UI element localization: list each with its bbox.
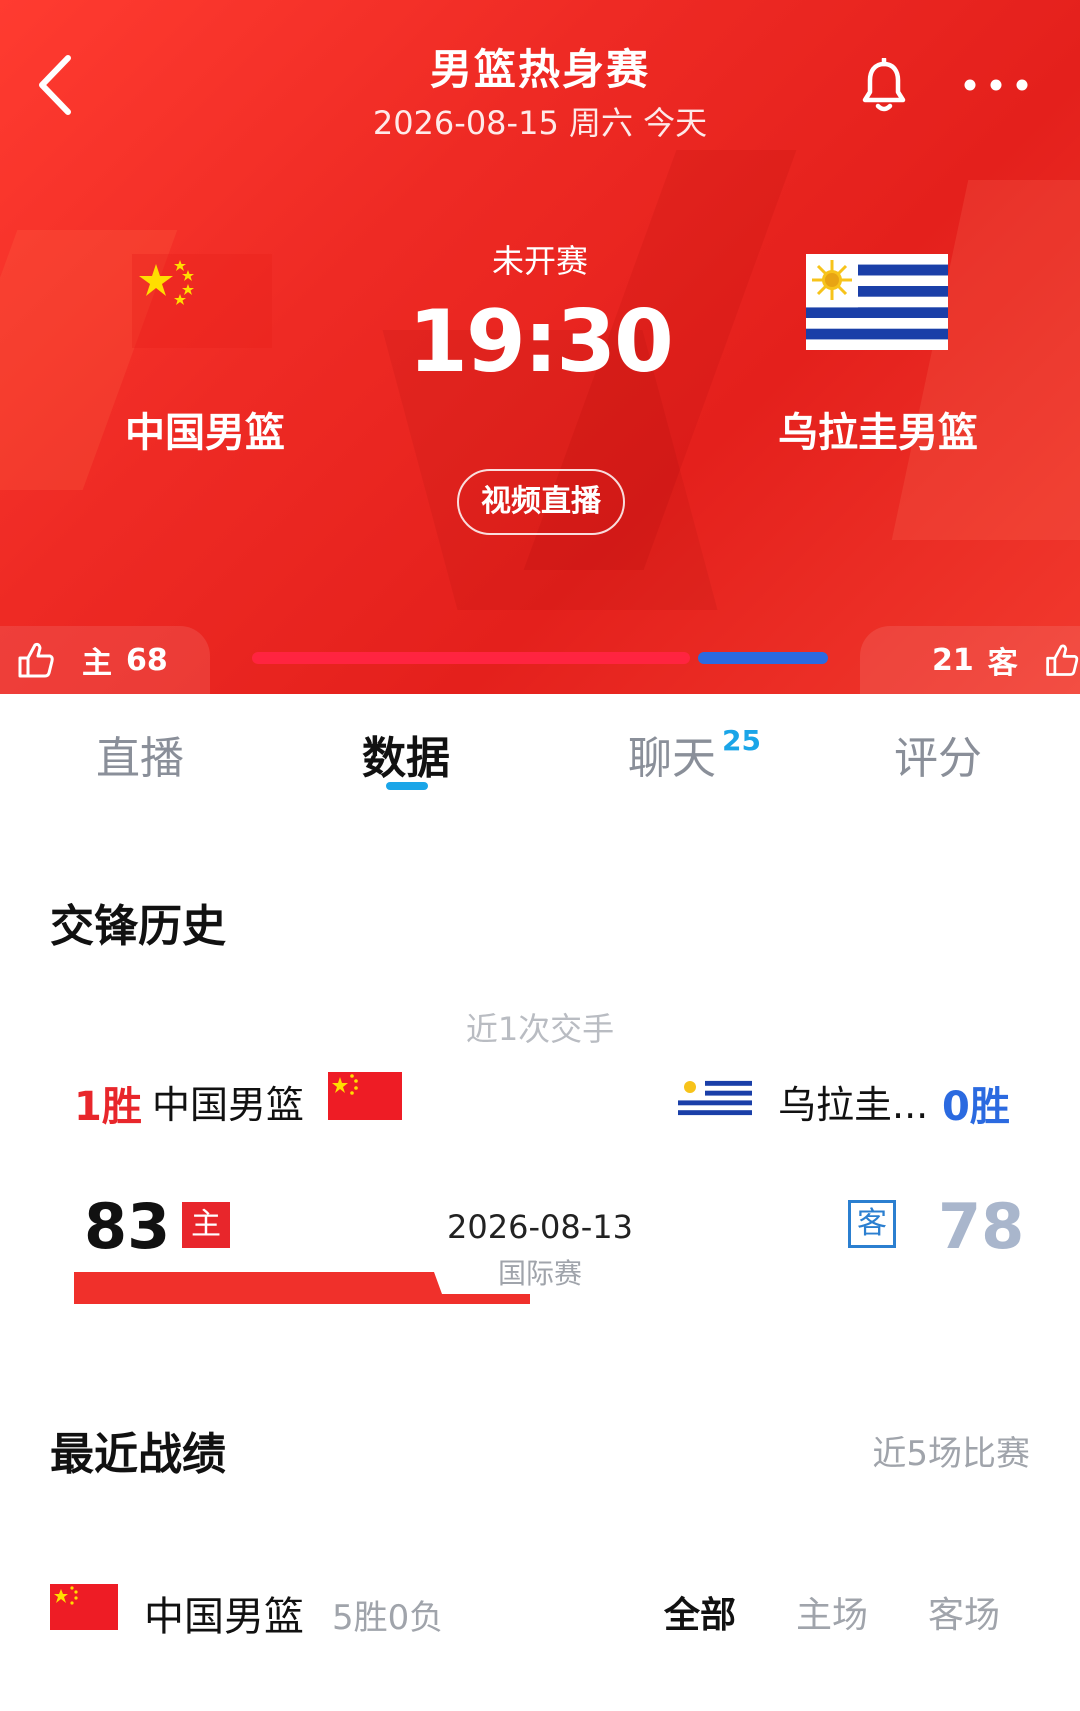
home-team-flag	[132, 254, 272, 348]
match-date-subtitle: 2026-08-15 周六 今天	[372, 104, 708, 142]
bell-icon	[862, 56, 906, 112]
home-vote-label: 主	[82, 646, 112, 681]
head-to-head-caption: 近1次交手	[465, 1010, 615, 1048]
home-team-name[interactable]: 中国男篮	[100, 400, 310, 458]
away-wins: 0胜	[942, 1084, 1010, 1130]
home-vote: 主 68	[0, 626, 210, 694]
home-badge: 主	[182, 1202, 230, 1248]
head-to-head-title: 交锋历史	[50, 901, 226, 952]
match-time: 19:30	[408, 292, 674, 392]
away-team-flag	[806, 254, 948, 350]
china-flag-icon	[132, 254, 272, 348]
notification-button[interactable]	[860, 56, 908, 114]
h2h-away-score: 78	[938, 1190, 1025, 1263]
tab-live[interactable]: 直播	[96, 722, 184, 786]
china-flag-icon	[328, 1072, 402, 1120]
uruguay-flag-icon	[806, 254, 948, 350]
away-vote-label: 客	[987, 646, 1018, 681]
thumbs-up-icon[interactable]	[1044, 640, 1080, 680]
recent-form-title: 最近战绩	[50, 1429, 226, 1480]
recent-team-flag	[50, 1584, 118, 1630]
away-vote-bar	[698, 652, 828, 664]
home-vote-bar	[252, 652, 690, 664]
away-vote: 21 客	[860, 626, 1080, 694]
h2h-away-flag	[678, 1076, 752, 1120]
page-title: 男篮热身赛	[429, 45, 650, 94]
chat-badge: 25	[722, 724, 761, 757]
home-wins: 1胜	[74, 1084, 142, 1130]
h2h-home-team: 中国男篮	[152, 1083, 305, 1127]
thumbs-up-icon[interactable]	[16, 640, 56, 680]
active-tab-indicator	[386, 782, 428, 790]
more-options-button[interactable]	[960, 70, 1032, 100]
filter-home[interactable]: 主场	[796, 1586, 868, 1638]
tab-data[interactable]: 数据	[362, 722, 450, 786]
filter-away[interactable]: 客场	[928, 1586, 1000, 1638]
h2h-score-bar	[74, 1272, 530, 1304]
away-team-name[interactable]: 乌拉圭男篮	[758, 400, 998, 458]
tab-chat[interactable]: 聊天	[628, 722, 716, 786]
home-vote-count: 68	[126, 642, 168, 678]
video-live-button[interactable]: 视频直播	[457, 469, 625, 535]
away-badge: 客	[848, 1200, 896, 1248]
header-decoration	[891, 180, 1080, 540]
h2h-home-score: 83	[84, 1190, 171, 1263]
recent-form-caption: 近5场比赛	[872, 1434, 1030, 1474]
h2h-home-flag	[328, 1072, 402, 1120]
more-dots-icon	[964, 79, 1028, 91]
recent-team-name: 中国男篮	[144, 1594, 304, 1640]
away-vote-count: 21	[932, 642, 974, 678]
h2h-away-team: 乌拉圭...	[778, 1083, 929, 1127]
h2h-match-date[interactable]: 2026-08-13	[420, 1208, 660, 1246]
filter-all[interactable]: 全部	[664, 1586, 736, 1638]
recent-team-record: 5胜0负	[332, 1598, 444, 1638]
match-status: 未开赛	[491, 242, 588, 280]
china-flag-icon	[50, 1584, 118, 1630]
match-header: 男篮热身赛 2026-08-15 周六 今天 中国男篮 乌拉圭男篮 未开赛 19…	[0, 0, 1080, 694]
uruguay-flag-icon	[678, 1076, 752, 1120]
tab-rating[interactable]: 评分	[894, 722, 982, 786]
